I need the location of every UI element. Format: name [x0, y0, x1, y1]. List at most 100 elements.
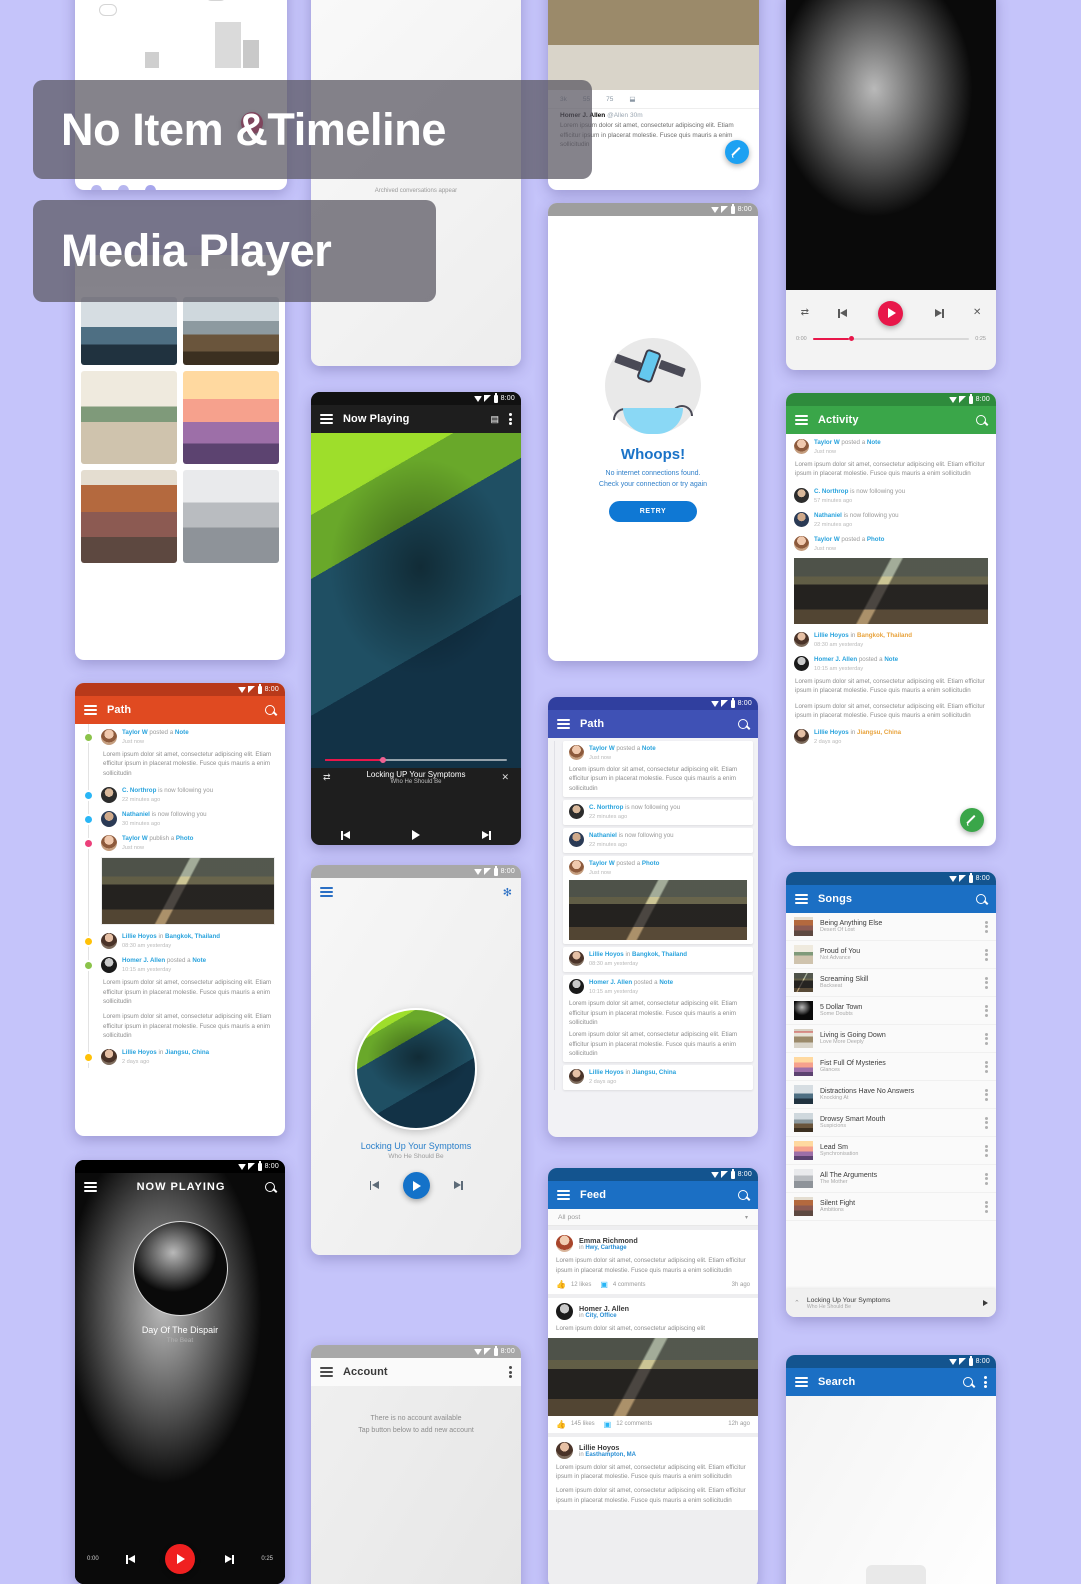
- like-icon[interactable]: 👍: [556, 1420, 566, 1429]
- seek-bar[interactable]: 0:00 0:25: [786, 336, 996, 350]
- list-item[interactable]: Homer J. Allen posted a Note 10:15 am ye…: [75, 952, 285, 976]
- search-icon[interactable]: [738, 718, 749, 730]
- list-item[interactable]: Drowsy Smart Mouth Suspicions: [786, 1109, 996, 1137]
- list-item[interactable]: Distractions Have No Answers Knocking At: [786, 1081, 996, 1109]
- list-item[interactable]: Lillie Hoyos in Easthampton, MA Lorem ip…: [548, 1436, 758, 1511]
- list-item[interactable]: Homer J. Allen posted a Note 10:15 am ye…: [563, 975, 753, 1063]
- gallery-photo[interactable]: [81, 470, 177, 563]
- menu-icon[interactable]: [320, 413, 333, 425]
- search-icon[interactable]: [963, 1376, 974, 1388]
- search-icon[interactable]: [976, 414, 987, 426]
- play-icon[interactable]: [412, 830, 420, 840]
- overflow-icon[interactable]: [509, 413, 512, 425]
- overflow-icon[interactable]: [985, 948, 988, 961]
- list-item[interactable]: Homer J. Allen in City, Office Lorem ips…: [548, 1298, 758, 1433]
- play-button[interactable]: [165, 1544, 195, 1574]
- menu-icon[interactable]: [557, 1189, 570, 1201]
- list-item[interactable]: Being Anything Else Desert Of Lost: [786, 913, 996, 941]
- menu-icon[interactable]: [557, 718, 570, 730]
- overflow-icon[interactable]: [985, 920, 988, 933]
- search-icon[interactable]: [976, 893, 987, 905]
- list-item[interactable]: Taylor W posted a Note Just now Lorem ip…: [563, 741, 753, 797]
- gallery-photo[interactable]: [183, 297, 279, 365]
- gallery-photo[interactable]: [183, 470, 279, 563]
- post-photo[interactable]: [569, 880, 747, 941]
- list-item[interactable]: Proud of You Not Advance: [786, 941, 996, 969]
- repeat-icon[interactable]: ⇄: [323, 773, 331, 782]
- overflow-icon[interactable]: [985, 1116, 988, 1129]
- list-item[interactable]: C. Northrop is now following you 57 minu…: [786, 483, 996, 507]
- list-item[interactable]: Taylor W publish a Photo Just now: [75, 830, 285, 854]
- play-icon[interactable]: [983, 1300, 988, 1306]
- mini-player[interactable]: ⌃ Locking Up Your Symptoms Who He Should…: [786, 1289, 996, 1317]
- previous-icon[interactable]: [126, 1554, 137, 1564]
- play-button[interactable]: [878, 300, 904, 326]
- retry-button[interactable]: RETRY: [609, 500, 697, 522]
- overflow-icon[interactable]: [509, 1366, 512, 1378]
- overflow-icon[interactable]: [985, 1060, 988, 1073]
- previous-icon[interactable]: [838, 308, 849, 318]
- gallery-photo[interactable]: [81, 371, 177, 464]
- activity-photo[interactable]: [794, 557, 988, 624]
- overflow-icon[interactable]: [985, 1200, 988, 1213]
- next-icon[interactable]: [933, 308, 944, 318]
- shuffle-icon[interactable]: ✕: [501, 773, 509, 782]
- search-icon[interactable]: [265, 1181, 276, 1193]
- compose-fab[interactable]: [725, 140, 749, 164]
- list-item[interactable]: Silent Fight Ambitions: [786, 1193, 996, 1221]
- list-item[interactable]: Lillie Hoyos in Bangkok, Thailand 08:30 …: [563, 947, 753, 973]
- comment-icon[interactable]: ▣: [600, 1280, 608, 1289]
- post-photo[interactable]: [101, 857, 275, 926]
- list-item[interactable]: Taylor W posted a Note Just now: [75, 724, 285, 748]
- list-item[interactable]: Nathaniel is now following you 30 minute…: [75, 806, 285, 830]
- list-item[interactable]: C. Northrop is now following you 22 minu…: [75, 782, 285, 806]
- repeat-icon[interactable]: ⇄: [801, 308, 809, 318]
- shuffle-icon[interactable]: ✕: [973, 308, 981, 318]
- seek-bar[interactable]: [325, 756, 507, 763]
- list-item[interactable]: All The Arguments The Mother: [786, 1165, 996, 1193]
- search-icon[interactable]: [738, 1189, 749, 1201]
- list-item[interactable]: C. Northrop is now following you 22 minu…: [563, 799, 753, 826]
- gallery-photo[interactable]: [81, 297, 177, 365]
- like-icon[interactable]: 👍: [556, 1280, 566, 1289]
- menu-icon[interactable]: [320, 1366, 333, 1378]
- gear-icon[interactable]: ✻: [503, 886, 512, 899]
- overflow-icon[interactable]: [985, 1144, 988, 1157]
- menu-icon[interactable]: [795, 1376, 808, 1388]
- list-item[interactable]: Lillie Hoyos in Bangkok, Thailand 08:30 …: [75, 928, 285, 952]
- previous-icon[interactable]: [341, 830, 352, 840]
- overflow-icon[interactable]: [985, 1172, 988, 1185]
- search-icon[interactable]: [265, 704, 276, 716]
- playlist-icon[interactable]: ▤: [490, 414, 499, 425]
- list-item[interactable]: Lillie Hoyos in Jiangsu, China 2 days ag…: [563, 1065, 753, 1091]
- previous-icon[interactable]: [369, 1181, 381, 1190]
- overflow-icon[interactable]: [985, 1032, 988, 1045]
- menu-icon[interactable]: [84, 704, 97, 716]
- overflow-icon[interactable]: [985, 976, 988, 989]
- next-icon[interactable]: [480, 830, 491, 840]
- overflow-icon[interactable]: [985, 1088, 988, 1101]
- list-item[interactable]: Screaming Skill Backseat: [786, 969, 996, 997]
- menu-icon[interactable]: [795, 414, 808, 426]
- post-photo[interactable]: [548, 1337, 758, 1416]
- list-item[interactable]: Taylor W posted a Photo Just now: [563, 856, 753, 945]
- feed-filter-select[interactable]: All post ▾: [548, 1209, 758, 1226]
- list-item[interactable]: Lillie Hoyos in Bangkok, Thailand 08:30 …: [786, 627, 996, 651]
- overflow-icon[interactable]: [984, 1376, 987, 1388]
- list-item[interactable]: Fist Full Of Mysteries Glances: [786, 1053, 996, 1081]
- next-icon[interactable]: [452, 1181, 463, 1190]
- share-icon[interactable]: ⬓: [629, 95, 635, 103]
- list-item[interactable]: Lillie Hoyos in Jiangsu, China 2 days ag…: [75, 1044, 285, 1068]
- comment-icon[interactable]: ▣: [604, 1420, 612, 1429]
- list-item[interactable]: 5 Dollar Town Some Doubts: [786, 997, 996, 1025]
- list-item[interactable]: Taylor W posted a Note Just now: [786, 434, 996, 458]
- overflow-icon[interactable]: [985, 1004, 988, 1017]
- menu-icon[interactable]: [320, 886, 333, 898]
- compose-fab[interactable]: [960, 808, 984, 832]
- play-button[interactable]: [402, 1172, 430, 1199]
- next-icon[interactable]: [223, 1554, 234, 1564]
- list-item[interactable]: Living is Going Down Love More Deeply: [786, 1025, 996, 1053]
- list-item[interactable]: Homer J. Allen posted a Note 10:15 am ye…: [786, 651, 996, 675]
- menu-icon[interactable]: [84, 1181, 97, 1193]
- likes-stat[interactable]: 75: [606, 96, 613, 103]
